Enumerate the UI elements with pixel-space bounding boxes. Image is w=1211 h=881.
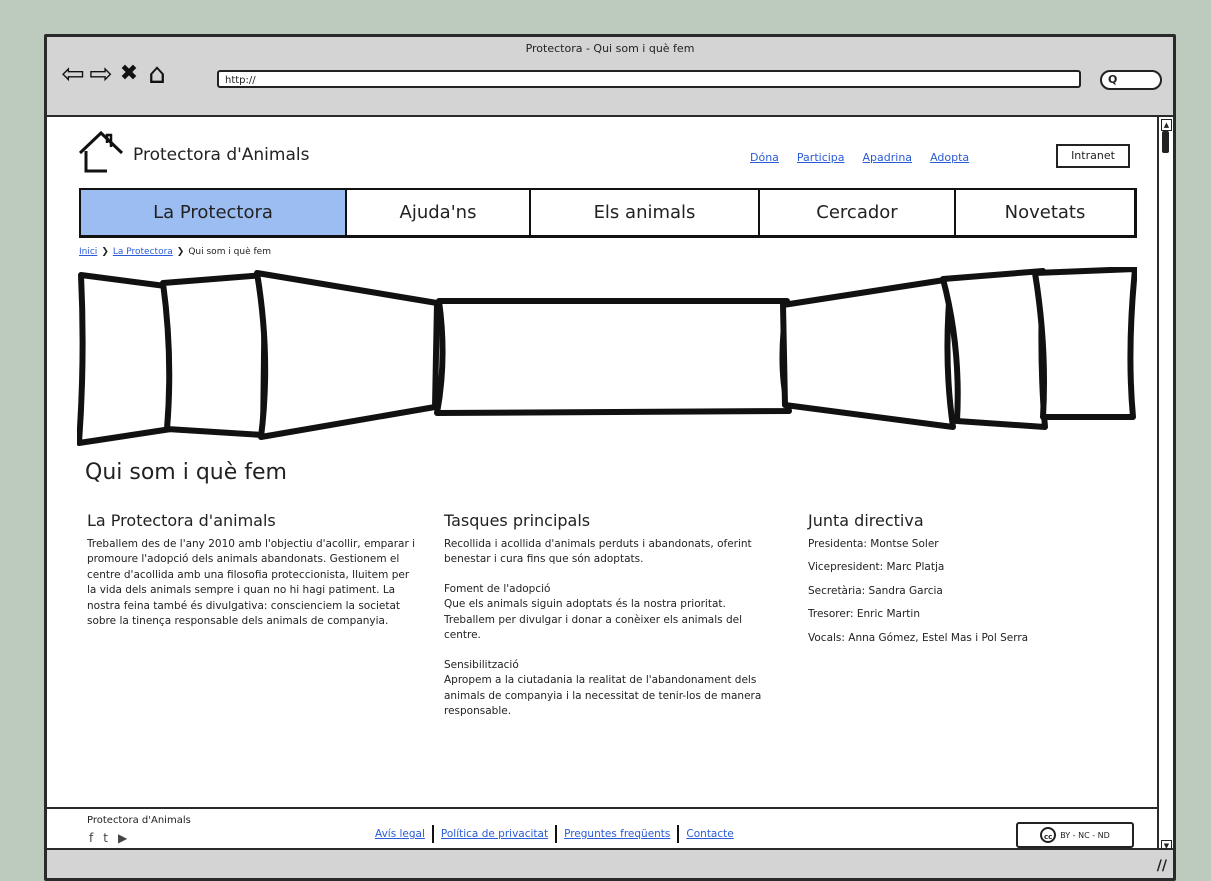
search-field[interactable]: Q: [1100, 70, 1162, 90]
scroll-thumb[interactable]: [1162, 131, 1169, 153]
license-text: BY - NC - ND: [1060, 830, 1110, 840]
tasks-heading: Tasques principals: [444, 511, 591, 530]
awareness-block: Sensibilització Apropem a la ciutadania …: [444, 658, 764, 720]
tasks-text: Recollida i acollida d'animals perduts i…: [444, 537, 752, 566]
adoption-title: Foment de l'adopció: [444, 582, 551, 595]
back-icon[interactable]: ⇦: [61, 57, 85, 91]
board-member: Presidenta: Montse Soler: [808, 537, 939, 550]
top-link-participa[interactable]: Participa: [797, 151, 845, 164]
top-link-dona[interactable]: Dóna: [750, 151, 779, 164]
about-heading: La Protectora d'animals: [87, 511, 276, 530]
top-link-adopta[interactable]: Adopta: [930, 151, 969, 164]
resize-grip-icon[interactable]: //: [1157, 858, 1167, 874]
breadcrumb: Inici ❯ La Protectora ❯ Qui som i què fe…: [79, 247, 271, 257]
image-carousel[interactable]: [77, 267, 1137, 447]
divider: [677, 825, 680, 843]
address-bar[interactable]: http://: [217, 70, 1081, 88]
top-link-apadrina[interactable]: Apadrina: [863, 151, 913, 164]
chevron-right-icon: ❯: [101, 247, 109, 257]
top-links: Dóna Participa Apadrina Adopta: [750, 151, 969, 164]
awareness-text: Apropem a la ciutadania la realitat de l…: [444, 674, 762, 717]
creative-commons-icon: cc: [1040, 827, 1057, 843]
board-member: Vocals: Anna Gómez, Estel Mas i Pol Serr…: [808, 631, 1029, 644]
about-text: Treballem des de l'any 2010 amb l'object…: [87, 537, 416, 628]
footer-brand: Protectora d'Animals: [87, 815, 191, 826]
close-icon[interactable]: ✖: [117, 57, 141, 91]
adoption-block: Foment de l'adopció Que els animals sigu…: [444, 582, 764, 644]
menu-item-novetats[interactable]: Novetats: [956, 190, 1134, 235]
carousel-slide: [254, 270, 440, 440]
divider: [431, 825, 434, 843]
menu-item-els-animals[interactable]: Els animals: [531, 190, 760, 235]
board-heading: Junta directiva: [808, 511, 924, 530]
browser-window: Protectora - Qui som i què fem ⇦ ⇨ ✖ ⌂ h…: [44, 34, 1176, 881]
carousel-slide: [1032, 267, 1137, 420]
carousel-slide: [940, 268, 1048, 430]
about-column: La Protectora d'animals Treballem des de…: [87, 513, 417, 644]
menu-item-cercador[interactable]: Cercador: [760, 190, 956, 235]
vertical-scrollbar[interactable]: ▲ ▼: [1157, 117, 1173, 854]
board-member: Vicepresident: Marc Platja: [808, 561, 945, 573]
main-menu: La Protectora Ajuda'ns Els animals Cerca…: [79, 188, 1137, 238]
intranet-button[interactable]: Intranet: [1056, 144, 1130, 168]
license-badge[interactable]: cc BY - NC - ND: [1016, 822, 1134, 848]
status-bar: //: [47, 848, 1173, 878]
footer-link-contacte[interactable]: Contacte: [686, 828, 733, 840]
twitter-icon[interactable]: t: [103, 831, 108, 845]
carousel-slide: [160, 272, 268, 438]
divider: [555, 825, 558, 843]
carousel-slide: [77, 272, 176, 446]
house-icon: [78, 130, 124, 173]
chevron-right-icon: ❯: [176, 247, 185, 257]
forward-icon[interactable]: ⇨: [89, 57, 113, 91]
nav-buttons: ⇦ ⇨ ✖ ⌂: [61, 57, 169, 91]
logo-text: Protectora d'Animals: [133, 145, 310, 165]
footer: Protectora d'Animals f t ▶ Avís legal Po…: [47, 807, 1157, 854]
footer-links: Avís legal Política de privacitat Pregun…: [375, 825, 734, 843]
facebook-icon[interactable]: f: [89, 831, 93, 845]
page-title: Qui som i què fem: [85, 460, 287, 485]
browser-chrome: Protectora - Qui som i què fem ⇦ ⇨ ✖ ⌂ h…: [47, 37, 1173, 117]
carousel-slide: [434, 298, 792, 416]
awareness-title: Sensibilització: [444, 658, 519, 671]
footer-link-avis-legal[interactable]: Avís legal: [375, 828, 425, 840]
site-logo[interactable]: Protectora d'Animals: [77, 129, 309, 173]
adoption-text: Que els animals siguin adoptats és la no…: [444, 598, 742, 641]
board-member: Tresorer: Enric Martin: [808, 608, 920, 620]
tasks-column: Tasques principals Recollida i acollida …: [444, 513, 764, 734]
breadcrumb-section[interactable]: La Protectora: [113, 247, 173, 257]
footer-link-privacitat[interactable]: Política de privacitat: [441, 828, 548, 840]
home-icon[interactable]: ⌂: [145, 57, 169, 91]
menu-item-la-protectora[interactable]: La Protectora: [81, 190, 347, 235]
search-icon: Q: [1108, 73, 1118, 86]
board-column: Junta directiva Presidenta: Montse Soler…: [808, 513, 1138, 654]
youtube-icon[interactable]: ▶: [118, 831, 127, 845]
window-title: Protectora - Qui som i què fem: [525, 42, 695, 55]
social-icons: f t ▶: [89, 831, 127, 845]
footer-link-faq[interactable]: Preguntes freqüents: [564, 828, 670, 840]
breadcrumb-current: Qui som i què fem: [188, 247, 271, 257]
menu-item-ajudans[interactable]: Ajuda'ns: [347, 190, 531, 235]
carousel-slide: [780, 276, 956, 430]
page-content: Protectora d'Animals Dóna Participa Apad…: [47, 117, 1157, 854]
board-member: Secretària: Sandra Garcia: [808, 584, 943, 597]
breadcrumb-home[interactable]: Inici: [79, 247, 97, 257]
scroll-up-icon[interactable]: ▲: [1161, 119, 1172, 131]
